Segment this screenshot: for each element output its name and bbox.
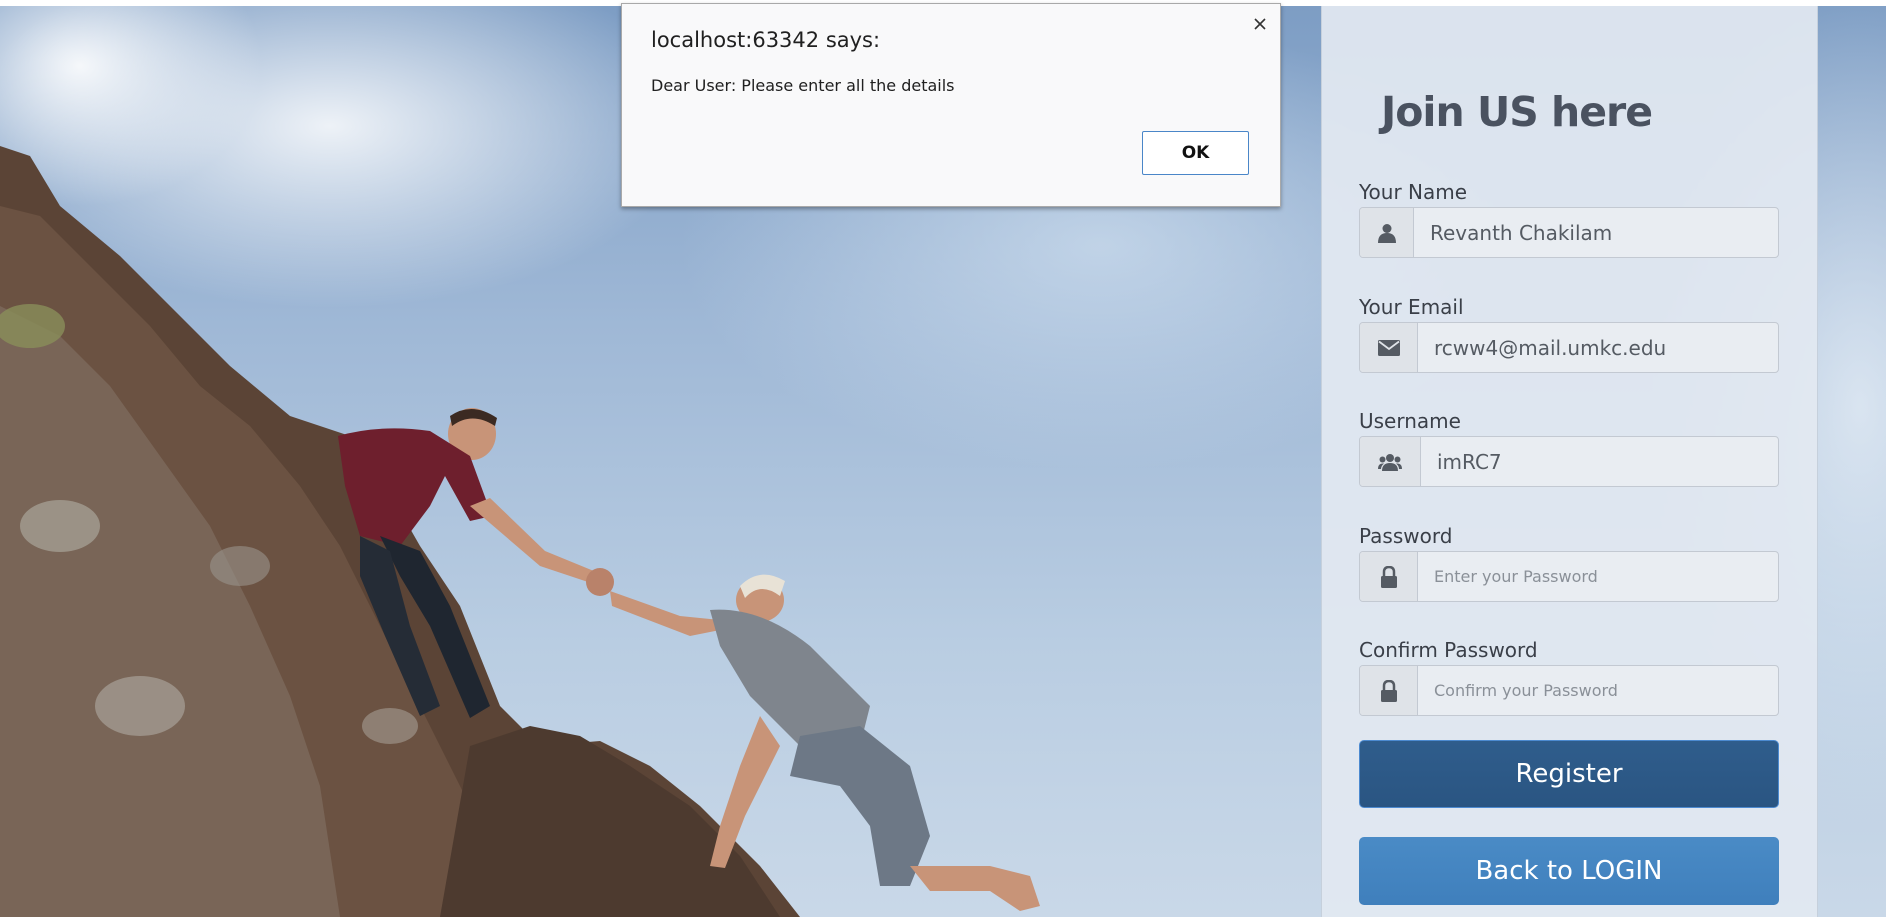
email-input-group	[1359, 322, 1779, 373]
confirm-password-input-group	[1359, 665, 1779, 716]
lock-icon	[1360, 552, 1418, 601]
page: Join US here Your Name Your Email	[0, 0, 1886, 917]
user-icon	[1360, 208, 1414, 257]
envelope-icon	[1360, 323, 1418, 372]
registration-panel: Join US here Your Name Your Email	[1321, 6, 1818, 917]
username-input-group	[1359, 436, 1779, 487]
name-input-group	[1359, 207, 1779, 258]
register-button[interactable]: Register	[1359, 740, 1779, 808]
name-label: Your Name	[1359, 180, 1468, 204]
email-input[interactable]	[1418, 323, 1778, 372]
form-title: Join US here	[1381, 88, 1653, 136]
username-input[interactable]	[1421, 437, 1778, 486]
username-label: Username	[1359, 409, 1461, 433]
email-label: Your Email	[1359, 295, 1464, 319]
dialog-title: localhost:63342 says:	[651, 28, 881, 52]
password-input[interactable]	[1418, 552, 1778, 601]
dialog-message: Dear User: Please enter all the details	[651, 76, 955, 95]
lock-icon	[1360, 666, 1418, 715]
alert-dialog: localhost:63342 says: Dear User: Please …	[621, 3, 1281, 207]
confirm-password-input[interactable]	[1418, 666, 1778, 715]
name-input[interactable]	[1414, 208, 1778, 257]
close-icon[interactable]	[1250, 14, 1270, 34]
ok-button[interactable]: OK	[1142, 131, 1249, 175]
password-input-group	[1359, 551, 1779, 602]
confirm-password-label: Confirm Password	[1359, 638, 1538, 662]
back-to-login-button[interactable]: Back to LOGIN	[1359, 837, 1779, 905]
users-icon	[1360, 437, 1421, 486]
password-label: Password	[1359, 524, 1453, 548]
